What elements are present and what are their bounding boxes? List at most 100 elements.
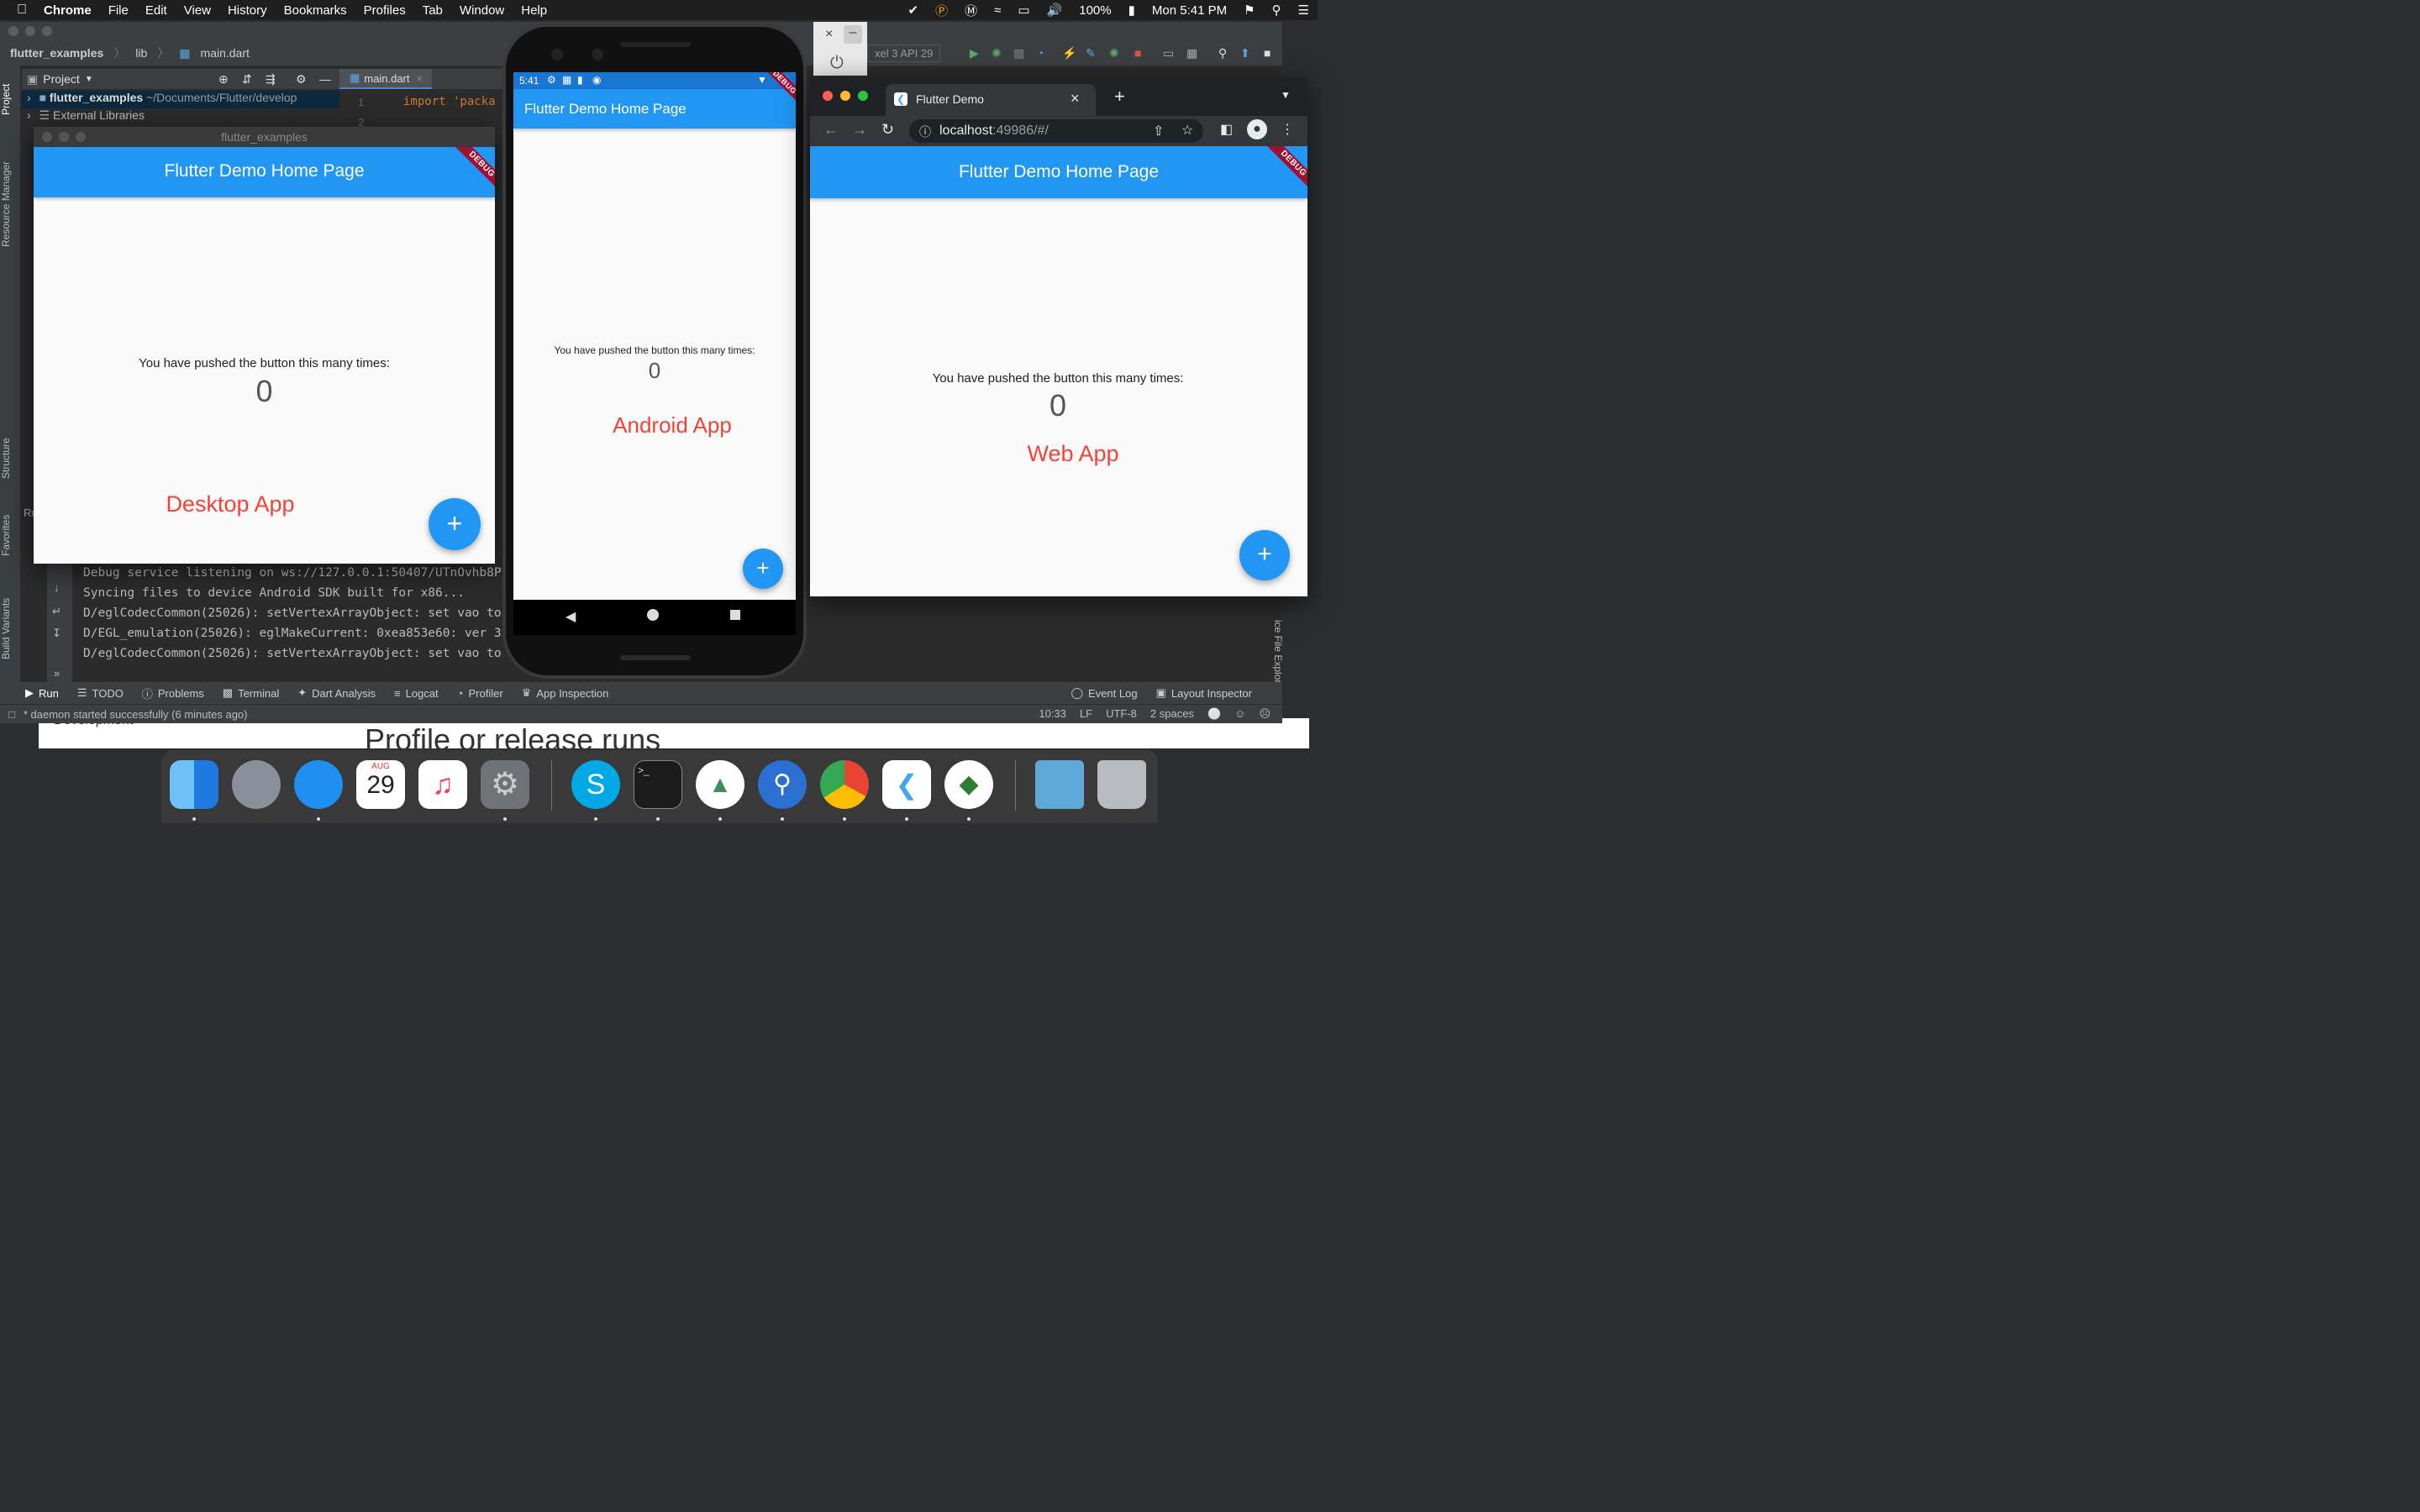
close-tab-icon[interactable]: × bbox=[1071, 90, 1080, 108]
finder-icon[interactable] bbox=[170, 760, 218, 809]
reload-icon[interactable]: ↻ bbox=[881, 121, 894, 139]
scroll-to-end-icon[interactable]: ↧ bbox=[52, 627, 61, 640]
breadcrumb-project[interactable]: flutter_examples bbox=[0, 46, 108, 60]
battery-percent[interactable]: 100% bbox=[1071, 3, 1119, 18]
launchpad-icon[interactable] bbox=[232, 760, 281, 809]
close-icon[interactable]: × bbox=[417, 72, 424, 85]
skype-icon[interactable]: S bbox=[571, 760, 620, 809]
calendar-icon[interactable]: AUG 29 bbox=[356, 760, 405, 809]
android-increment-fab[interactable]: + bbox=[743, 549, 783, 589]
side-panel-icon[interactable]: ◧ bbox=[1220, 121, 1233, 138]
close-icon[interactable]: × bbox=[825, 27, 833, 42]
toolwindow-profiler[interactable]: ◔ Profiler bbox=[448, 687, 513, 700]
stop-icon[interactable]: ■ bbox=[1129, 46, 1146, 60]
music-icon[interactable]: ♫ bbox=[418, 760, 467, 809]
profile-avatar-icon[interactable]: ● bbox=[1247, 119, 1267, 139]
menu-profiles[interactable]: Profiles bbox=[355, 3, 414, 18]
folder-icon[interactable] bbox=[1035, 760, 1084, 809]
menu-file[interactable]: File bbox=[100, 3, 137, 18]
system-preferences-icon[interactable]: ⚙ bbox=[481, 760, 529, 809]
chrome-zoom-button[interactable] bbox=[858, 91, 868, 101]
status-message[interactable]: * daemon started successfully (6 minutes… bbox=[24, 708, 248, 721]
menu-help[interactable]: Help bbox=[513, 3, 555, 18]
hot-reload-icon[interactable]: ⚡ bbox=[1057, 46, 1081, 60]
toolwindow-event-log[interactable]: ◯ Event Log bbox=[1061, 686, 1146, 700]
volume-icon[interactable]: 🔊 bbox=[1039, 3, 1071, 18]
tree-item-root[interactable]: › ■ flutter_examples ~/Documents/Flutter… bbox=[22, 91, 339, 108]
control-center-icon[interactable]: ☰ bbox=[1290, 3, 1318, 18]
desktop-close-button[interactable] bbox=[42, 132, 52, 142]
down-arrow-icon[interactable]: ↓ bbox=[54, 581, 60, 594]
caret-position[interactable]: 10:33 bbox=[1032, 707, 1073, 721]
search-icon[interactable]: ⚲ bbox=[1213, 46, 1232, 60]
ide-minimize-button[interactable] bbox=[25, 26, 35, 36]
breadcrumb-lib[interactable]: lib bbox=[130, 46, 152, 60]
web-increment-fab[interactable]: + bbox=[1239, 530, 1290, 580]
chevron-right-icon[interactable]: › bbox=[22, 108, 36, 122]
collapse-all-icon[interactable]: ⇶ bbox=[266, 72, 276, 87]
menu-app-name[interactable]: Chrome bbox=[35, 3, 100, 18]
back-icon[interactable]: ◀ bbox=[566, 608, 576, 625]
devtools-icon[interactable]: ◆ bbox=[944, 760, 993, 809]
panel-toggle-icon[interactable]: □ bbox=[0, 708, 24, 721]
menu-history[interactable]: History bbox=[219, 3, 276, 18]
safari-icon[interactable] bbox=[294, 760, 343, 809]
desktop-minimize-button[interactable] bbox=[59, 132, 69, 142]
flutter-icon[interactable]: ❮ bbox=[882, 760, 931, 809]
hide-panel-icon[interactable]: — bbox=[319, 72, 331, 86]
terminal-icon[interactable]: >_ bbox=[634, 760, 682, 809]
chrome-tab-flutter-demo[interactable]: ❮ Flutter Demo × bbox=[886, 84, 1096, 116]
trash-icon[interactable] bbox=[1097, 760, 1146, 809]
more-icon[interactable]: » bbox=[54, 667, 60, 680]
airplay-icon[interactable]: ▭ bbox=[1009, 3, 1038, 18]
soft-wrap-icon[interactable]: ↵ bbox=[52, 605, 61, 618]
toolwindow-logcat[interactable]: ≡ Logcat bbox=[385, 687, 448, 700]
power-icon[interactable]: ⏻ bbox=[830, 54, 844, 73]
spotlight-search-icon[interactable]: ⚲ bbox=[1264, 3, 1290, 18]
apply-changes-icon[interactable]: ✎ bbox=[1081, 46, 1101, 60]
new-tab-icon[interactable]: + bbox=[1114, 86, 1125, 108]
share-icon[interactable]: ⇧ bbox=[1153, 123, 1164, 139]
tab-build-variants[interactable]: Build Variants bbox=[0, 586, 20, 670]
minimize-icon[interactable]: – bbox=[844, 25, 862, 44]
chrome-close-button[interactable] bbox=[823, 91, 833, 101]
frown-icon[interactable]: ☹ bbox=[1252, 707, 1282, 721]
desktop-increment-fab[interactable]: + bbox=[429, 498, 481, 550]
checkmark-status-icon[interactable]: ✔ bbox=[900, 3, 928, 18]
clock[interactable]: Mon 5:41 PM bbox=[1144, 3, 1235, 18]
forward-icon[interactable]: → bbox=[852, 121, 867, 139]
line-separator[interactable]: LF bbox=[1073, 707, 1099, 721]
ide-zoom-button[interactable] bbox=[42, 26, 52, 36]
lock-icon[interactable]: ⚪ bbox=[1201, 707, 1228, 721]
locate-icon[interactable]: ⊕ bbox=[218, 72, 229, 87]
breadcrumb-file[interactable]: main.dart bbox=[196, 46, 255, 60]
tree-item-external[interactable]: › ☰ External Libraries bbox=[22, 108, 339, 126]
tab-structure[interactable]: Structure bbox=[0, 425, 20, 492]
chevron-right-icon[interactable]: › bbox=[22, 91, 36, 104]
apple-icon[interactable]:  bbox=[0, 3, 35, 18]
toolwindow-dart-analysis[interactable]: ✦ Dart Analysis bbox=[288, 686, 385, 700]
tab-favorites[interactable]: Favorites bbox=[0, 506, 20, 564]
run-icon[interactable]: ▶ bbox=[965, 46, 984, 60]
chrome-minimize-button[interactable] bbox=[840, 91, 850, 101]
chrome-icon[interactable] bbox=[820, 760, 869, 809]
toolwindow-run[interactable]: ▶ Run bbox=[0, 686, 68, 700]
attach-debugger-icon[interactable]: ▩ bbox=[1008, 46, 1029, 60]
sdk-manager-icon[interactable]: ▦ bbox=[1181, 46, 1202, 60]
bug-icon[interactable]: ✺ bbox=[1104, 46, 1124, 60]
desktop-zoom-button[interactable] bbox=[76, 132, 86, 142]
flag-input-icon[interactable]: ⚑ bbox=[1235, 3, 1263, 18]
toolwindow-problems[interactable]: ⓘ Problems bbox=[133, 685, 213, 701]
menu-window[interactable]: Window bbox=[451, 3, 513, 18]
gear-icon[interactable]: ⚙ bbox=[296, 72, 307, 87]
menu-bookmarks[interactable]: Bookmarks bbox=[276, 3, 355, 18]
toolwindow-app-inspection[interactable]: ♛ App Inspection bbox=[513, 686, 618, 700]
chevron-down-icon[interactable]: ▼ bbox=[80, 75, 93, 84]
signal-icon[interactable]: ⚲ bbox=[758, 760, 807, 809]
tab-resource-manager[interactable]: Resource Manager bbox=[0, 145, 20, 263]
run-console[interactable]: Debug service listening on ws://127.0.0.… bbox=[72, 559, 509, 685]
profile-icon[interactable]: ◔ bbox=[1032, 46, 1049, 60]
toolwindow-layout-inspector[interactable]: ▣ Layout Inspector bbox=[1147, 686, 1282, 700]
n-status-icon[interactable]: Ⓟ bbox=[927, 2, 956, 19]
smile-icon[interactable]: ☺ bbox=[1228, 707, 1252, 721]
